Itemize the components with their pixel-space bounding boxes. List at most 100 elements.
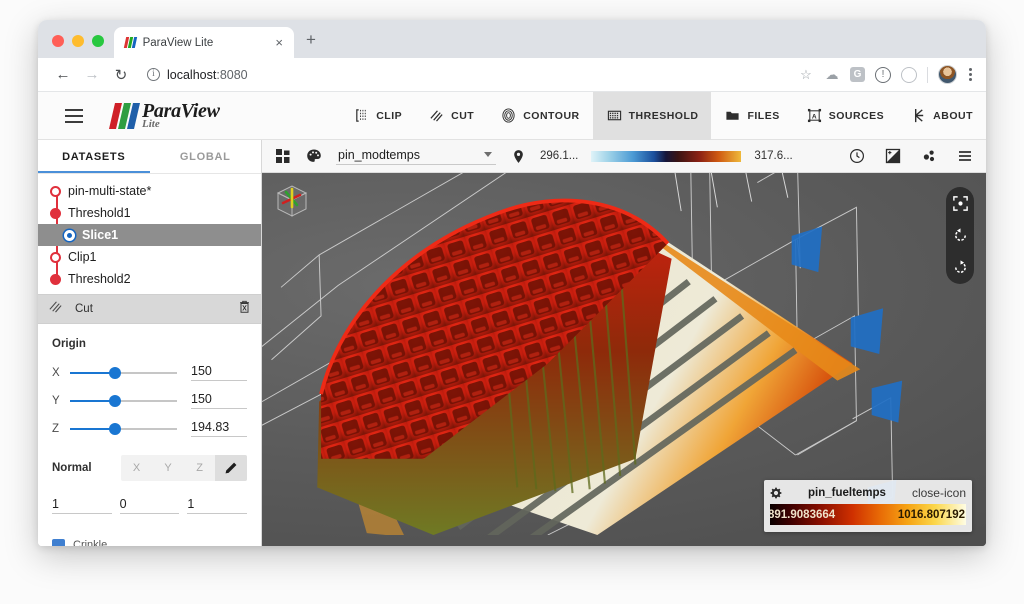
gear-icon[interactable] (770, 487, 782, 499)
pipeline-item-slice1[interactable]: Slice1 (38, 224, 261, 246)
app-logo: ParaView Lite (108, 101, 220, 130)
paraview-app: ParaView Lite CLIP CUT CONTOUR THRESHOLD… (38, 91, 986, 546)
orientation-axes-icon[interactable] (270, 179, 314, 223)
star-icon[interactable]: ☆ (798, 67, 814, 83)
pipeline-item-threshold1[interactable]: Threshold1 (38, 202, 261, 224)
pencil-icon[interactable] (215, 455, 247, 481)
pipeline-item-label: Threshold1 (68, 206, 131, 220)
tool-clip[interactable]: CLIP (340, 92, 415, 140)
origin-z-slider[interactable] (70, 422, 177, 435)
paraview-bars-icon (123, 37, 137, 48)
info-icon[interactable]: i (147, 68, 160, 81)
tool-about[interactable]: ABOUT (897, 92, 986, 140)
normal-row: Normal X Y Z (52, 455, 247, 481)
range-max: 317.6... (754, 150, 793, 162)
maximize-window-button[interactable] (92, 35, 104, 47)
scalar-bar-legend[interactable]: pin_fueltemps close-icon 891.9083664 101… (764, 480, 972, 532)
normal-z-button[interactable]: Z (184, 455, 216, 481)
tab-datasets[interactable]: DATASETS (38, 140, 150, 173)
left-panel: DATASETS GLOBAL pin-multi-state* Thresho… (38, 140, 262, 546)
pipeline-node-icon[interactable] (50, 185, 61, 197)
menu-icon[interactable] (956, 147, 974, 165)
grid-layout-icon[interactable] (274, 147, 292, 165)
view-toolbar-right (848, 147, 974, 165)
pipeline-node-icon[interactable] (50, 207, 61, 219)
logo-bars-icon (108, 102, 141, 129)
reload-icon[interactable]: ↻ (108, 62, 134, 88)
normal-value-z[interactable]: 1 (187, 497, 248, 514)
origin-z-row: Z 194.83 (52, 420, 247, 437)
pipeline-node-icon[interactable] (50, 251, 61, 263)
chevron-down-icon[interactable] (484, 152, 492, 157)
pipeline-item-clip1[interactable]: Clip1 (38, 246, 261, 268)
cloud-icon[interactable]: ☁ (824, 67, 840, 83)
minimize-window-button[interactable] (72, 35, 84, 47)
crinkle-label: Crinkle (73, 539, 108, 546)
forward-icon[interactable]: → (79, 62, 105, 88)
url-text: localhost:8080 (167, 67, 248, 82)
legend-colorbar[interactable]: 891.9083664 1016.807192 (770, 504, 966, 525)
tab-global[interactable]: GLOBAL (150, 140, 262, 173)
browser-toolbar: ← → ↻ i localhost:8080 ☆ ☁ G ! (38, 58, 986, 92)
tool-contour[interactable]: CONTOUR (487, 92, 592, 140)
window-controls[interactable] (48, 35, 114, 58)
pipeline-node-icon[interactable] (50, 273, 61, 285)
origin-x-value[interactable]: 150 (191, 364, 247, 381)
pipeline-item-pin-multi-state[interactable]: pin-multi-state* (38, 180, 261, 202)
tool-files-label: FILES (747, 109, 780, 122)
viewport-canvas[interactable]: pin_fueltemps close-icon 891.9083664 101… (262, 173, 986, 546)
origin-y-value[interactable]: 150 (191, 392, 247, 409)
tool-threshold[interactable]: THRESHOLD (592, 91, 712, 140)
colormap-preview[interactable] (591, 150, 742, 162)
toolbar-divider (927, 66, 928, 83)
pipeline-item-label: pin-multi-state* (68, 184, 152, 198)
avatar[interactable] (938, 65, 957, 84)
info-circle-icon[interactable]: ! (875, 66, 891, 83)
browser-tab[interactable]: ParaView Lite × (114, 27, 294, 58)
array-selector[interactable]: pin_modtemps (336, 148, 496, 165)
map-pin-icon[interactable] (509, 147, 527, 165)
tool-files[interactable]: FILES (711, 92, 792, 140)
close-tab-icon[interactable]: × (272, 34, 286, 51)
close-window-button[interactable] (52, 35, 64, 47)
origin-x-slider[interactable] (70, 366, 177, 379)
pipeline-item-label: Slice1 (82, 228, 119, 242)
reset-camera-icon[interactable] (952, 195, 969, 212)
clock-icon[interactable] (848, 147, 866, 165)
panel-tabs: DATASETS GLOBAL (38, 140, 261, 174)
normal-value-y[interactable]: 0 (119, 497, 180, 514)
pipeline-node-icon[interactable] (64, 229, 75, 241)
origin-z-value[interactable]: 194.83 (191, 420, 247, 437)
normal-y-button[interactable]: Y (152, 455, 184, 481)
new-tab-button[interactable]: + (306, 30, 316, 58)
normal-value-x[interactable]: 1 (52, 497, 112, 514)
crinkle-checkbox[interactable] (52, 538, 65, 546)
rotate-left-icon[interactable] (952, 227, 969, 244)
grammarly-icon[interactable]: G (850, 67, 865, 82)
origin-y-slider[interactable] (70, 394, 177, 407)
contrast-icon[interactable] (884, 147, 902, 165)
clip-icon (353, 107, 370, 124)
back-icon[interactable]: ← (50, 62, 76, 88)
hamburger-icon[interactable] (52, 108, 96, 123)
origin-z-label: Z (52, 422, 60, 435)
circle-icon[interactable] (901, 66, 917, 83)
normal-x-button[interactable]: X (121, 455, 153, 481)
cut-icon (428, 107, 445, 124)
tool-sources[interactable]: A SOURCES (793, 92, 897, 140)
crinkle-option-row[interactable]: Crinkle (52, 538, 247, 546)
address-bar[interactable]: i localhost:8080 (144, 63, 795, 87)
points-icon[interactable] (920, 147, 938, 165)
browser-extensions: ☆ ☁ G ! (798, 65, 974, 84)
kebab-menu-icon[interactable] (967, 68, 974, 81)
app-header: ParaView Lite CLIP CUT CONTOUR THRESHOLD… (38, 91, 986, 140)
trash-icon[interactable] (238, 300, 251, 319)
palette-icon[interactable] (305, 147, 323, 165)
close-icon[interactable]: close-icon (912, 487, 966, 499)
tool-threshold-label: THRESHOLD (628, 109, 699, 122)
rotate-right-icon[interactable] (952, 259, 969, 276)
tab-datasets-label: DATASETS (62, 150, 126, 163)
pipeline-item-threshold2[interactable]: Threshold2 (38, 268, 261, 290)
tool-cut[interactable]: CUT (415, 92, 487, 140)
pipeline-item-label: Threshold2 (68, 272, 131, 286)
